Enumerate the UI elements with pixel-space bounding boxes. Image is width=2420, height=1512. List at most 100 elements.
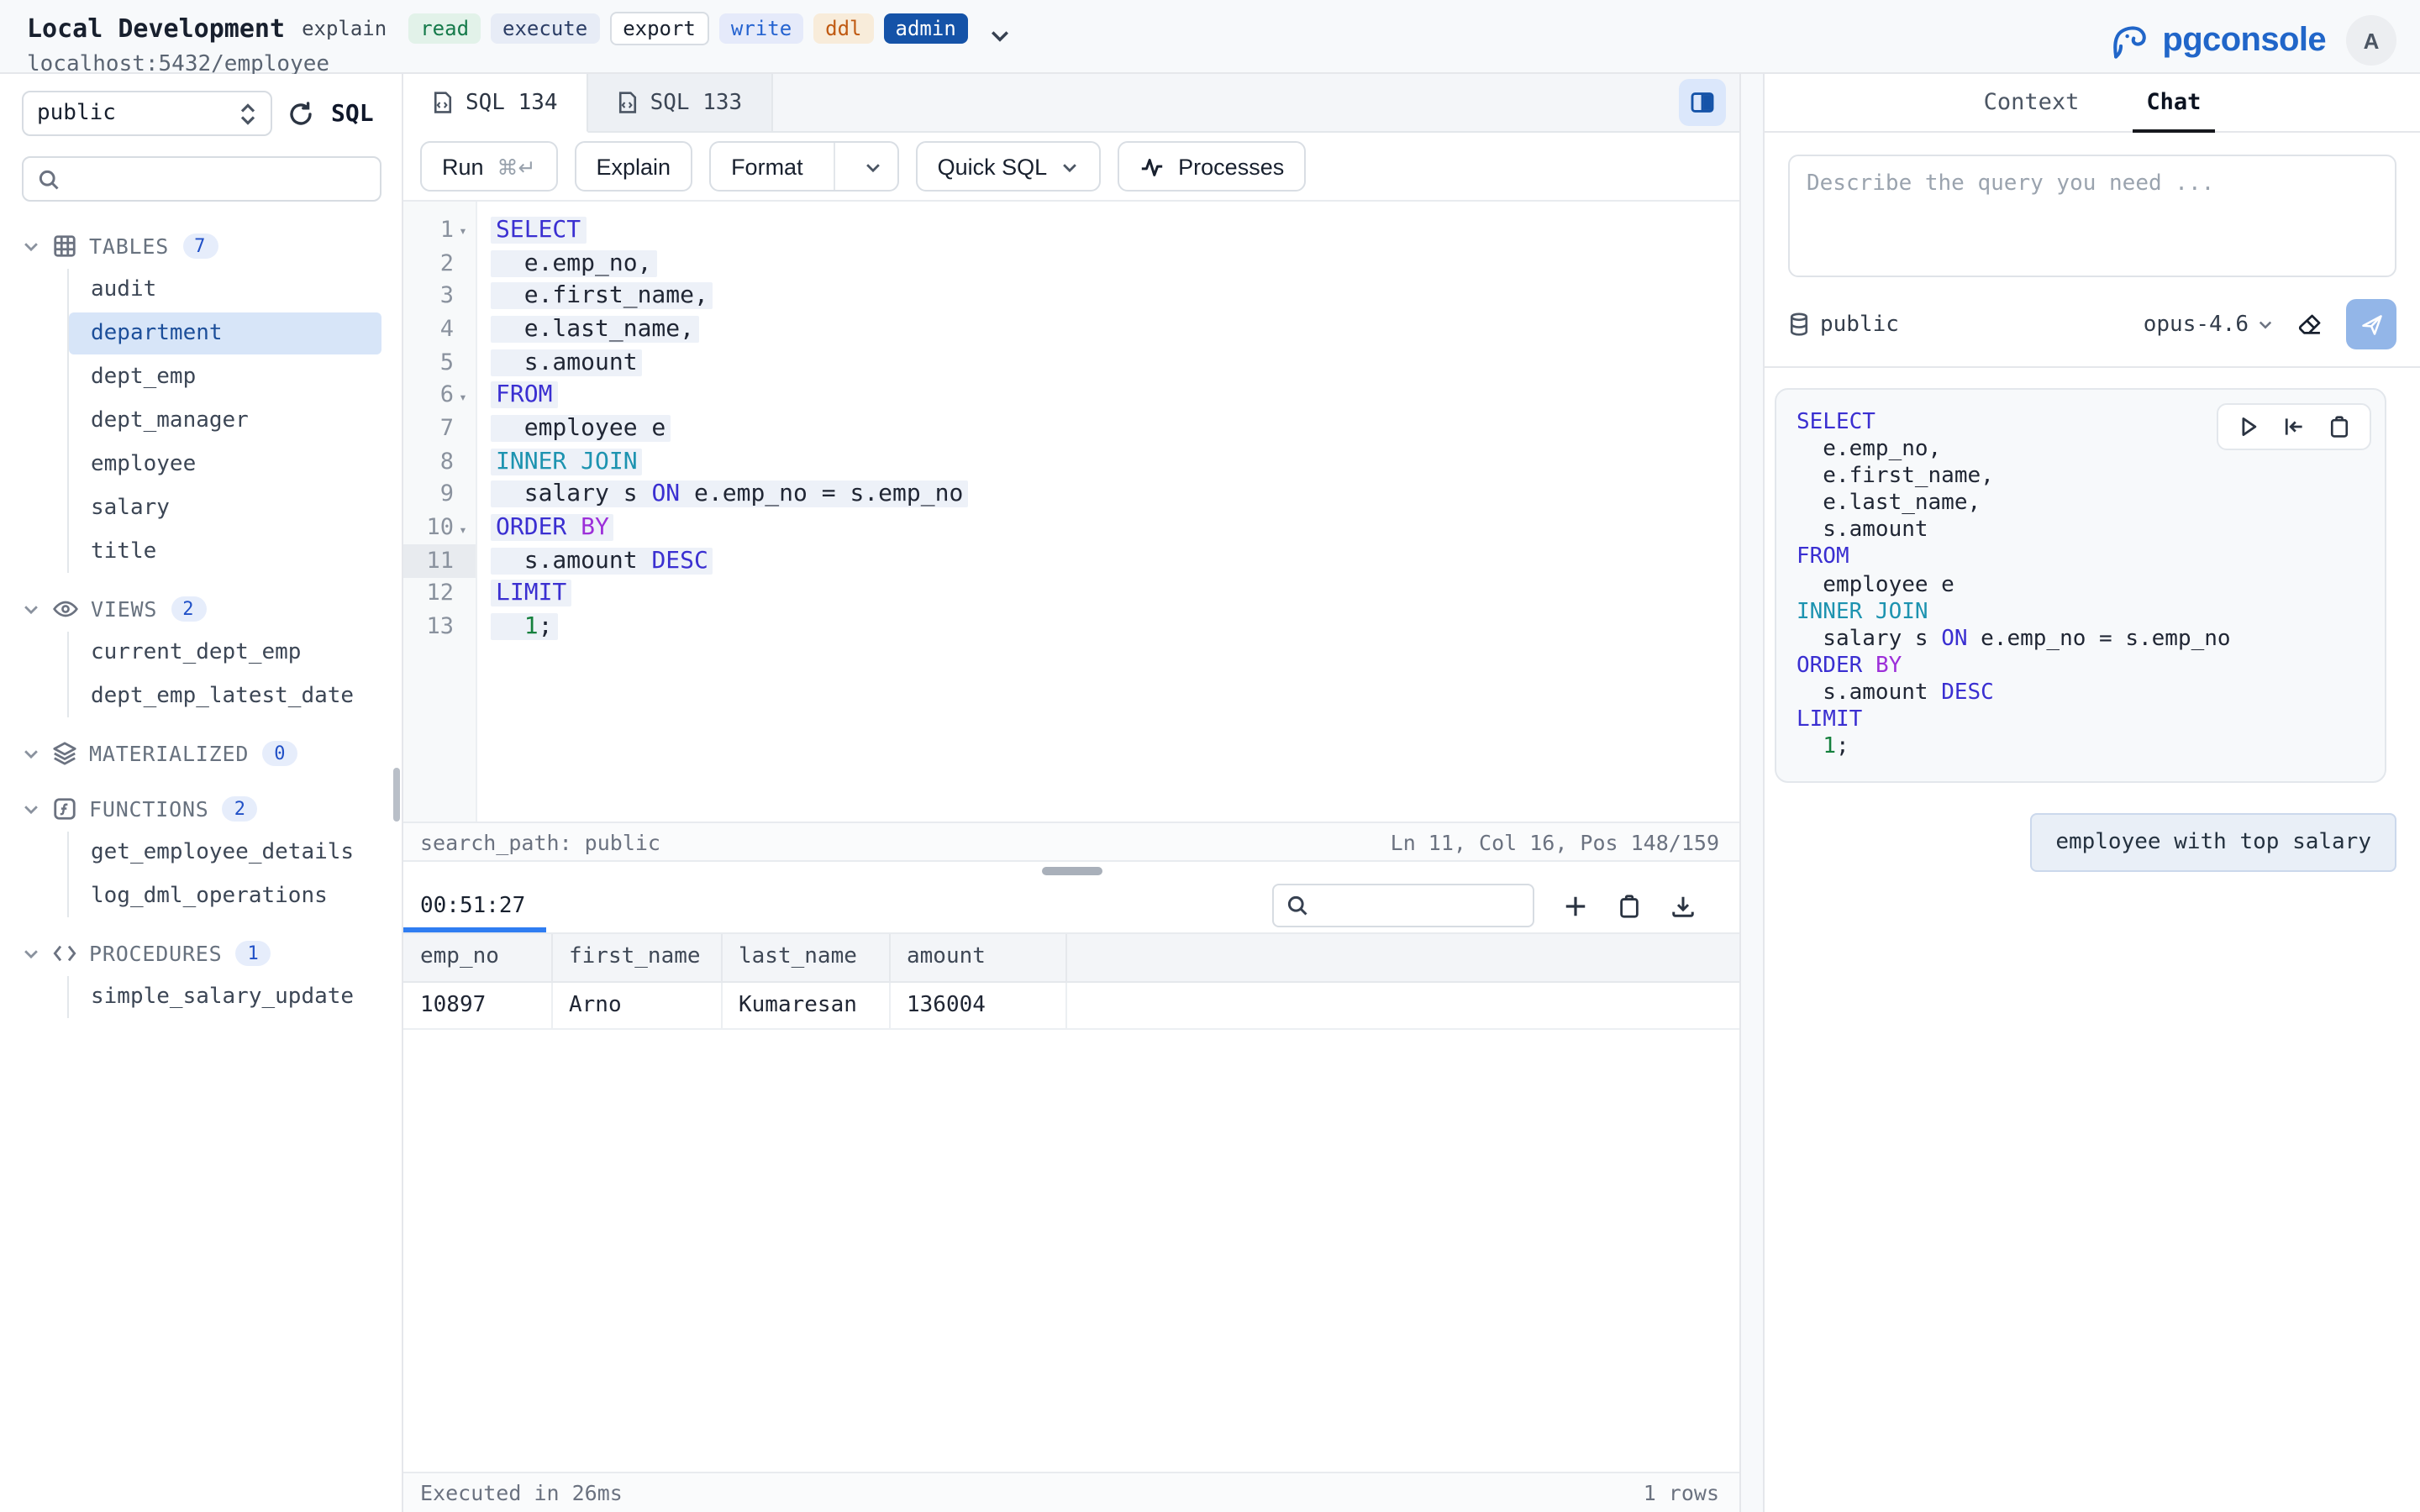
insert-to-editor-icon[interactable] — [2282, 415, 2306, 438]
fold-marker-icon: ▾ — [454, 522, 472, 537]
context-schema-chip[interactable]: public — [1788, 312, 1899, 337]
row-count-label: 1 rows — [1644, 1480, 1719, 1505]
gutter-line-13[interactable]: 13 — [403, 611, 476, 643]
sidebar-item-department[interactable]: department — [69, 312, 381, 354]
code-line-9[interactable]: salary s ON e.emp_no = s.emp_no — [491, 478, 1739, 511]
tab-sql-133[interactable]: SQL 133 — [588, 74, 773, 131]
select-updown-icon — [239, 102, 257, 125]
code-line-10[interactable]: ORDER BY — [491, 511, 1739, 543]
code-line-6[interactable]: FROM — [491, 379, 1739, 412]
quick-sql-button[interactable]: Quick SQL — [916, 141, 1102, 192]
code-line-4[interactable]: e.last_name, — [491, 312, 1739, 345]
clear-chat-icon[interactable] — [2296, 310, 2324, 339]
avatar[interactable]: A — [2346, 15, 2396, 66]
chevron-down-icon[interactable] — [849, 157, 897, 176]
code-line-2[interactable]: e.emp_no, — [491, 246, 1739, 279]
column-header-amount[interactable]: amount — [889, 934, 1065, 981]
results-search-input[interactable] — [1319, 893, 1602, 918]
function-icon — [52, 795, 77, 821]
column-header-last_name[interactable]: last_name — [721, 934, 889, 981]
sidebar-section-toggle-procedures[interactable]: PROCEDURES 1 — [22, 932, 381, 973]
sidebar-item-log_dml_operations[interactable]: log_dml_operations — [69, 875, 381, 917]
code-line-12[interactable]: LIMIT — [491, 577, 1739, 610]
sidebar-search-input[interactable] — [71, 166, 366, 192]
table-row[interactable]: 10897ArnoKumaresan136004 — [403, 981, 1739, 1028]
code-line-1[interactable]: SELECT — [491, 213, 1739, 246]
gutter-line-4[interactable]: 4 — [403, 312, 476, 345]
gutter-line-12[interactable]: 12 — [403, 577, 476, 610]
tab-sql-134[interactable]: SQL 134 — [403, 74, 588, 133]
chevron-down-icon[interactable] — [988, 24, 1012, 47]
sql-mode-label[interactable]: SQL — [331, 100, 374, 127]
sidebar-item-title[interactable]: title — [69, 531, 381, 573]
sql-editor[interactable]: 1▾23456▾78910▾111213 SELECT e.emp_no, e.… — [403, 202, 1739, 822]
results-search[interactable] — [1272, 884, 1534, 927]
gutter-line-2[interactable]: 2 — [403, 246, 476, 279]
gutter-line-9[interactable]: 9 — [403, 478, 476, 511]
schema-select[interactable]: public — [22, 91, 272, 136]
sidebar-section-materialized: MATERIALIZED 0 — [22, 732, 381, 773]
sidebar-item-employee[interactable]: employee — [69, 444, 381, 486]
copy-code-icon[interactable] — [2328, 415, 2351, 438]
code-line-13[interactable]: 1; — [491, 611, 1739, 643]
permission-badges: explainreadexecuteexportwriteddladmin — [302, 11, 968, 45]
sidebar-item-current_dept_emp[interactable]: current_dept_emp — [69, 632, 381, 674]
gutter-line-5[interactable]: 5 — [403, 346, 476, 379]
permission-badge-execute: execute — [491, 13, 599, 43]
result-tab-timer[interactable]: 00:51:27 — [403, 879, 545, 932]
gutter-line-11[interactable]: 11 — [403, 544, 476, 577]
explain-button[interactable]: Explain — [575, 141, 693, 192]
search-icon — [1286, 894, 1309, 917]
copy-results-icon[interactable] — [1617, 893, 1642, 918]
column-header-first_name[interactable]: first_name — [551, 934, 721, 981]
column-header-emp_no[interactable]: emp_no — [403, 934, 551, 981]
split-panel-button[interactable] — [1679, 79, 1726, 126]
editor-code[interactable]: SELECT e.emp_no, e.first_name, e.last_na… — [477, 202, 1739, 822]
add-result-tab-icon[interactable] — [1563, 893, 1588, 918]
drag-handle[interactable] — [1041, 866, 1102, 874]
code-line-3[interactable]: e.first_name, — [491, 280, 1739, 312]
sidebar-section-toggle-tables[interactable]: TABLES 7 — [22, 225, 381, 265]
layers-icon — [52, 740, 77, 765]
results-empty-area — [403, 1029, 1739, 1472]
code-line-7[interactable]: employee e — [491, 412, 1739, 444]
sidebar-item-simple_salary_update[interactable]: simple_salary_update — [69, 976, 381, 1018]
gutter-line-10[interactable]: 10▾ — [403, 511, 476, 543]
run-code-icon[interactable] — [2237, 415, 2260, 438]
tab-context[interactable]: Context — [1981, 74, 2083, 131]
sidebar-section-toggle-materialized[interactable]: MATERIALIZED 0 — [22, 732, 381, 773]
sidebar-item-get_employee_details[interactable]: get_employee_details — [69, 832, 381, 874]
send-button[interactable] — [2346, 299, 2396, 349]
download-results-icon[interactable] — [1670, 893, 1696, 918]
chevron-down-icon — [22, 943, 40, 962]
code-line-5[interactable]: s.amount — [491, 346, 1739, 379]
run-shortcut: ⌘↵ — [497, 154, 536, 179]
assistant-panel: Context Chat public opus-4.6 — [1763, 74, 2420, 1512]
code-line-8[interactable]: INNER JOIN — [491, 445, 1739, 478]
processes-button[interactable]: Processes — [1118, 141, 1306, 192]
sidebar-search[interactable] — [22, 156, 381, 202]
sidebar-section-toggle-views[interactable]: VIEWS 2 — [22, 588, 381, 628]
top-bar: Local Development explainreadexecuteexpo… — [0, 0, 2420, 74]
sidebar-item-dept_emp[interactable]: dept_emp — [69, 356, 381, 398]
sidebar-item-dept_emp_latest_date[interactable]: dept_emp_latest_date — [69, 675, 381, 717]
sidebar-scrollbar[interactable] — [393, 768, 400, 822]
sidebar-section-toggle-functions[interactable]: FUNCTIONS 2 — [22, 788, 381, 828]
chat-input[interactable] — [1788, 155, 2396, 277]
refresh-icon[interactable] — [287, 100, 314, 127]
sidebar-item-dept_manager[interactable]: dept_manager — [69, 400, 381, 442]
sidebar-item-salary[interactable]: salary — [69, 487, 381, 529]
code-line-11[interactable]: s.amount DESC — [491, 544, 1739, 577]
gutter-line-6[interactable]: 6▾ — [403, 379, 476, 412]
tab-chat[interactable]: Chat — [2143, 74, 2204, 131]
run-button[interactable]: Run ⌘↵ — [420, 141, 558, 192]
format-button[interactable]: Format — [709, 141, 899, 192]
model-select[interactable]: opus-4.6 — [2144, 312, 2274, 337]
sidebar-item-audit[interactable]: audit — [69, 269, 381, 311]
gutter-line-1[interactable]: 1▾ — [403, 213, 476, 246]
gutter-line-8[interactable]: 8 — [403, 445, 476, 478]
permission-badge-explain: explain — [302, 13, 398, 43]
gutter-line-7[interactable]: 7 — [403, 412, 476, 444]
panel-resizer[interactable] — [403, 862, 1739, 879]
gutter-line-3[interactable]: 3 — [403, 280, 476, 312]
